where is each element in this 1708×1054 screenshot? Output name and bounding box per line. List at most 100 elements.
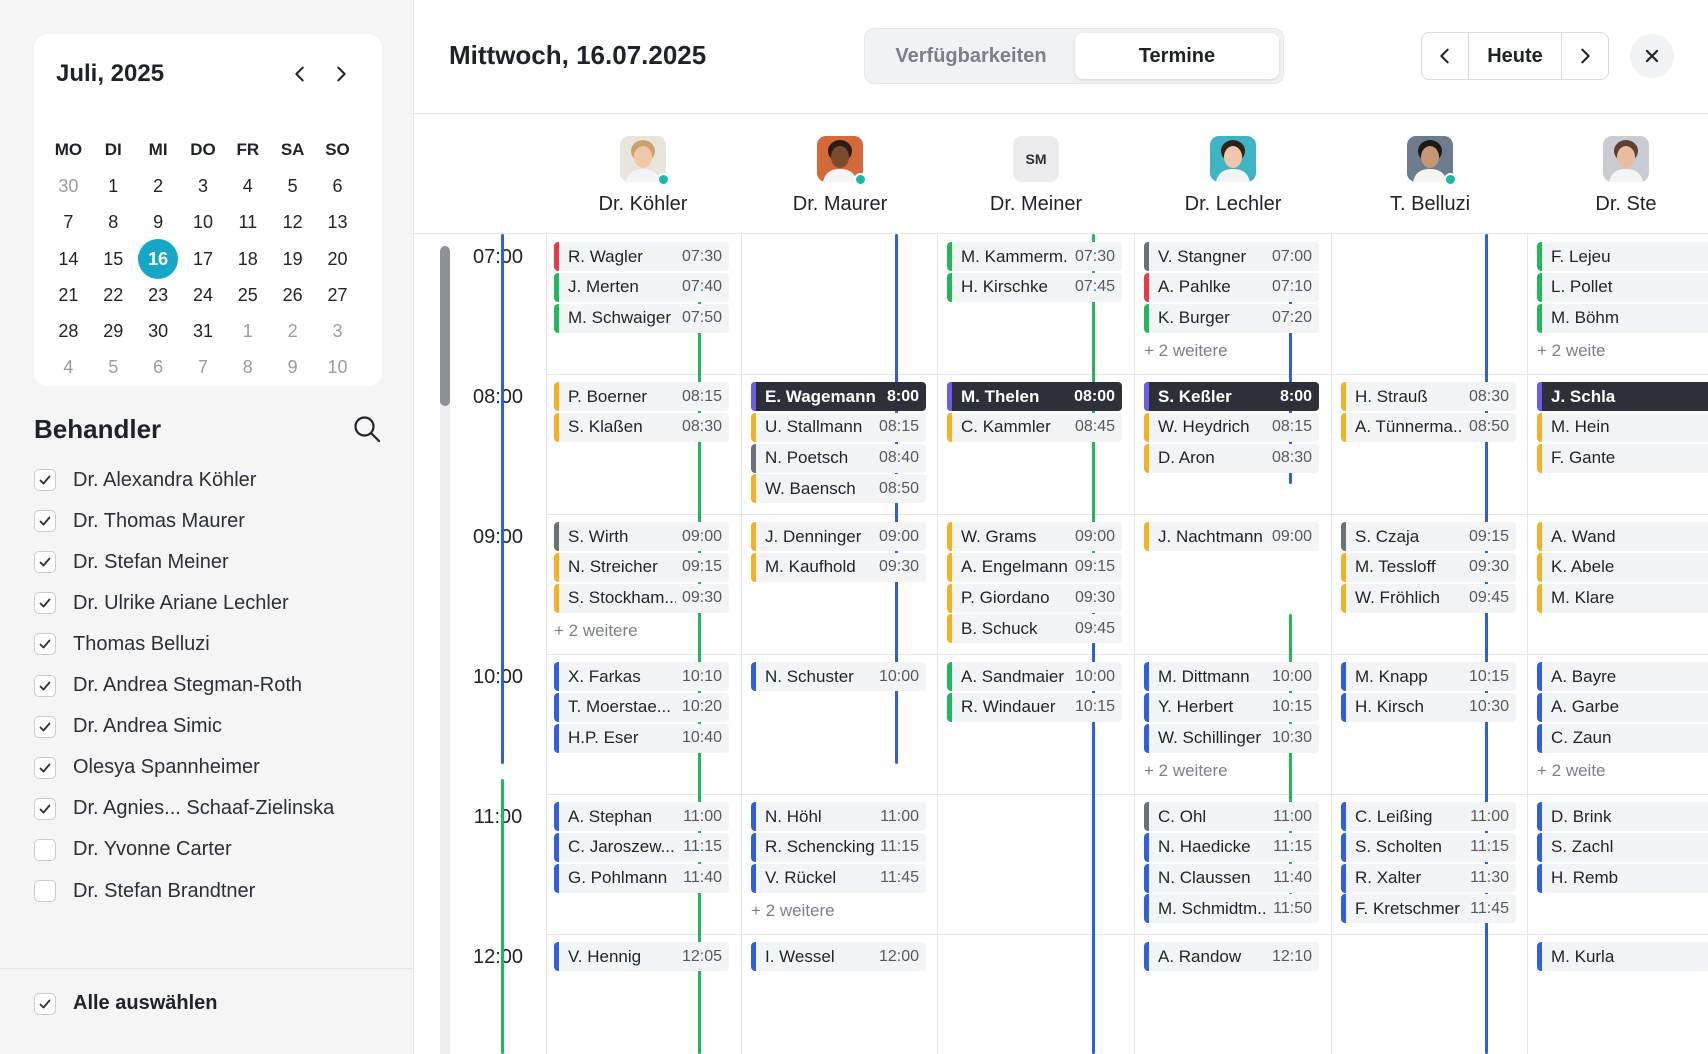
- next-day-button[interactable]: [1562, 33, 1608, 79]
- appointment[interactable]: C. Leißing 11:00: [1341, 802, 1516, 831]
- checkbox[interactable]: [34, 797, 56, 820]
- appointment[interactable]: M. Hein: [1537, 412, 1708, 442]
- appointment[interactable]: C. Ohl 11:00: [1144, 802, 1319, 831]
- appointment[interactable]: N. Haedicke 11:15: [1144, 832, 1319, 862]
- checkbox[interactable]: [34, 551, 56, 574]
- appointment[interactable]: H. Strauß 08:30: [1341, 382, 1516, 411]
- calendar-day[interactable]: 6: [136, 350, 181, 386]
- appointment[interactable]: M. Böhm: [1537, 303, 1708, 333]
- appointment[interactable]: M. Dittmann 10:00: [1144, 662, 1319, 691]
- calendar-day[interactable]: 10: [315, 350, 360, 386]
- close-button[interactable]: [1630, 34, 1674, 78]
- appointment[interactable]: W. Schillinger 10:30: [1144, 723, 1319, 753]
- appointment[interactable]: P. Boerner 08:15: [554, 382, 729, 411]
- appointment[interactable]: N. Claussen 11:40: [1144, 863, 1319, 893]
- calendar-day[interactable]: 11: [225, 205, 270, 241]
- tab-verfuegbarkeiten[interactable]: Verfügbarkeiten: [871, 33, 1071, 79]
- appointment[interactable]: H.P. Eser 10:40: [554, 723, 729, 753]
- calendar-day[interactable]: 29: [91, 313, 136, 349]
- appointment[interactable]: P. Giordano 09:30: [947, 583, 1122, 613]
- appointment[interactable]: F. Kretschmer 11:45: [1341, 894, 1516, 924]
- appointment[interactable]: F. Lejeu: [1537, 242, 1708, 271]
- calendar-day[interactable]: 7: [181, 350, 226, 386]
- appointment[interactable]: M. Tessloff 09:30: [1341, 552, 1516, 582]
- behandler-item[interactable]: Dr. Alexandra Köhler: [34, 460, 256, 500]
- appointment[interactable]: A. Stephan 11:00: [554, 802, 729, 831]
- more-appointments-link[interactable]: + 2 weitere: [1144, 341, 1228, 361]
- scrollbar-thumb[interactable]: [440, 246, 450, 406]
- appointment[interactable]: C. Kammler 08:45: [947, 412, 1122, 442]
- appointment[interactable]: V. Rückel 11:45: [751, 863, 926, 893]
- calendar-day[interactable]: 9: [136, 205, 181, 241]
- appointment[interactable]: J. Schla: [1537, 382, 1708, 411]
- appointment[interactable]: V. Stangner 07:00: [1144, 242, 1319, 271]
- appointment[interactable]: H. Kirsch 10:30: [1341, 692, 1516, 722]
- checkbox[interactable]: [34, 715, 56, 738]
- calendar-day[interactable]: 19: [270, 241, 315, 277]
- calendar-day[interactable]: 13: [315, 205, 360, 241]
- appointment[interactable]: J. Denninger 09:00: [751, 522, 926, 551]
- behandler-item[interactable]: Dr. Andrea Simic: [34, 707, 222, 747]
- calendar-day[interactable]: 25: [225, 277, 270, 313]
- doctor-column-header[interactable]: Dr. Lechler: [1127, 136, 1339, 216]
- tab-termine[interactable]: Termine: [1075, 33, 1279, 79]
- checkbox[interactable]: [34, 674, 56, 697]
- calendar-day[interactable]: 4: [46, 350, 91, 386]
- appointment[interactable]: L. Pollet: [1537, 272, 1708, 302]
- calendar-day[interactable]: 10: [181, 205, 226, 241]
- more-appointments-link[interactable]: + 2 weite: [1537, 761, 1606, 781]
- checkbox[interactable]: [34, 756, 56, 779]
- calendar-day[interactable]: 2: [270, 313, 315, 349]
- select-all-checkbox[interactable]: Alle auswählen: [34, 992, 218, 1015]
- appointment[interactable]: V. Hennig 12:05: [554, 942, 729, 971]
- calendar-day[interactable]: 7: [46, 205, 91, 241]
- appointment[interactable]: S. Keßler 8:00: [1144, 382, 1319, 411]
- behandler-item[interactable]: Thomas Belluzi: [34, 624, 210, 664]
- calendar-day[interactable]: 17: [181, 241, 226, 277]
- appointment[interactable]: E. Wagemann 8:00: [751, 382, 926, 411]
- checkbox[interactable]: [34, 880, 56, 902]
- appointment[interactable]: M. Klare: [1537, 583, 1708, 613]
- appointment[interactable]: S. Klaßen 08:30: [554, 412, 729, 442]
- calendar-day[interactable]: 26: [270, 277, 315, 313]
- appointment[interactable]: R. Windauer 10:15: [947, 692, 1122, 722]
- appointment[interactable]: S. Scholten 11:15: [1341, 832, 1516, 862]
- calendar-day[interactable]: 1: [225, 313, 270, 349]
- appointment[interactable]: S. Stockham... 09:30: [554, 583, 729, 613]
- appointment[interactable]: A. Wand: [1537, 522, 1708, 551]
- appointment[interactable]: W. Baensch 08:50: [751, 474, 926, 504]
- calendar-day[interactable]: 20: [315, 241, 360, 277]
- calendar-day[interactable]: 18: [225, 241, 270, 277]
- calendar-day[interactable]: 24: [181, 277, 226, 313]
- calendar-day[interactable]: 15: [91, 241, 136, 277]
- behandler-item[interactable]: Dr. Agnies... Schaaf-Zielinska: [34, 789, 334, 829]
- appointment[interactable]: H. Kirschke 07:45: [947, 272, 1122, 302]
- appointment[interactable]: A. Bayre: [1537, 662, 1708, 691]
- calendar-day[interactable]: 5: [91, 350, 136, 386]
- appointment[interactable]: N. Schuster 10:00: [751, 662, 926, 691]
- appointment[interactable]: A. Randow 12:10: [1144, 942, 1319, 971]
- calendar-day[interactable]: 8: [225, 350, 270, 386]
- doctor-column-header[interactable]: Dr. Maurer: [734, 136, 946, 216]
- calendar-day-selected[interactable]: 16: [136, 239, 181, 280]
- search-button[interactable]: [352, 414, 382, 444]
- appointment[interactable]: N. Höhl 11:00: [751, 802, 926, 831]
- behandler-item[interactable]: Dr. Yvonne Carter: [34, 830, 232, 870]
- appointment[interactable]: R. Wagler 07:30: [554, 242, 729, 271]
- appointment[interactable]: H. Remb: [1537, 863, 1708, 893]
- appointment[interactable]: A. Engelmann 09:15: [947, 552, 1122, 582]
- calendar-day[interactable]: 6: [315, 168, 360, 204]
- appointment[interactable]: N. Streicher 09:15: [554, 552, 729, 582]
- behandler-item[interactable]: Olesya Spannheimer: [34, 748, 260, 788]
- doctor-column-header[interactable]: T. Belluzi: [1324, 136, 1536, 216]
- appointment[interactable]: W. Fröhlich 09:45: [1341, 583, 1516, 613]
- doctor-column-header[interactable]: SM Dr. Meiner: [930, 136, 1142, 216]
- checkbox[interactable]: [34, 510, 56, 533]
- checkbox[interactable]: [34, 633, 56, 656]
- appointment[interactable]: J. Merten 07:40: [554, 272, 729, 302]
- appointment[interactable]: S. Wirth 09:00: [554, 522, 729, 551]
- appointment[interactable]: R. Schencking 11:15: [751, 832, 926, 862]
- calendar-day[interactable]: 27: [315, 277, 360, 313]
- calendar-day[interactable]: 2: [136, 168, 181, 204]
- doctor-column-header[interactable]: Dr. Ste: [1520, 136, 1708, 216]
